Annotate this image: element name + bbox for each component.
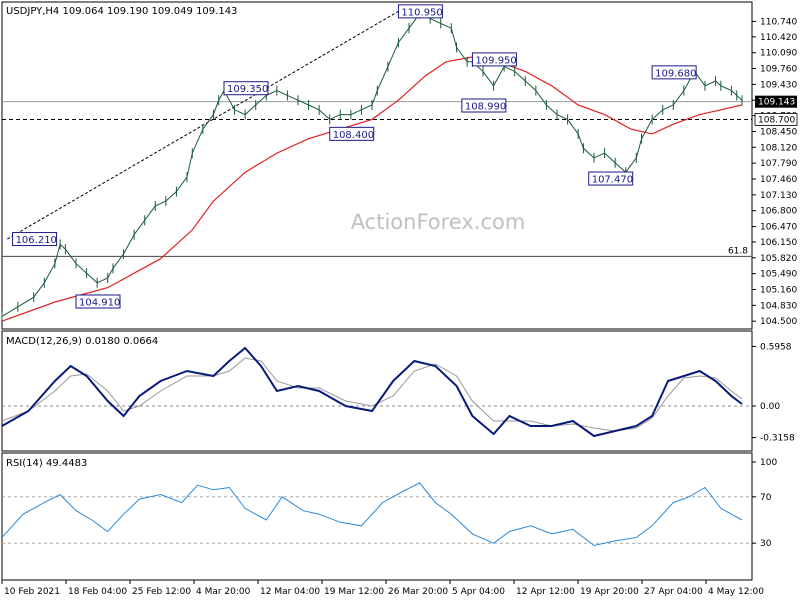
price-tick-label: 110.740: [760, 17, 797, 27]
price-tick-label: 107.460: [760, 175, 797, 185]
macd-tick-label: -0.3158: [760, 434, 795, 444]
price-tick-label: 108.450: [760, 127, 797, 137]
macd-tick-label: 0.5958: [760, 342, 792, 352]
forex-chart: USDJPY,H4 109.064 109.190 109.049 109.14…: [0, 0, 800, 600]
x-tick-label: 12 Mar 04:00: [260, 587, 320, 597]
price-tick-label: 106.150: [760, 238, 797, 248]
price-tick-label: 110.090: [760, 49, 797, 59]
x-tick-label: 19 Mar 12:00: [324, 587, 384, 597]
rsi-tick-label: 70: [760, 493, 772, 503]
annotation-label: 109.680: [655, 68, 696, 79]
price-tick-label: 110.420: [760, 33, 797, 43]
price-tick-label: 105.820: [760, 254, 797, 264]
level-label: 108.700: [758, 115, 795, 125]
x-tick-label: 25 Feb 12:00: [132, 587, 191, 597]
price-tick-label: 107.130: [760, 191, 797, 201]
x-tick-label: 5 Apr 04:00: [452, 587, 505, 597]
x-tick-label: 12 Apr 12:00: [516, 587, 575, 597]
annotation-label: 109.950: [475, 55, 516, 66]
fib-label: 61.8: [728, 246, 748, 256]
x-tick-label: 18 Feb 04:00: [68, 587, 127, 597]
rsi-tick-label: 100: [760, 458, 777, 468]
x-tick-label: 27 Apr 04:00: [644, 587, 703, 597]
annotation-label: 108.990: [465, 102, 506, 113]
chart-stage: USDJPY,H4 109.064 109.190 109.049 109.14…: [0, 0, 800, 600]
x-tick-label: 10 Feb 2021: [4, 587, 60, 597]
current-price-label: 109.143: [758, 98, 795, 108]
price-tick-label: 105.490: [760, 270, 797, 280]
macd-panel-title: MACD(12,26,9) 0.0180 0.0664: [6, 336, 158, 347]
annotation-label: 110.950: [401, 7, 442, 18]
annotation-label: 104.910: [79, 298, 120, 309]
price-tick-label: 109.760: [760, 65, 797, 75]
price-tick-label: 106.470: [760, 223, 797, 233]
price-tick-label: 107.790: [760, 159, 797, 169]
annotation-label: 106.210: [16, 235, 57, 246]
price-tick-label: 106.800: [760, 207, 797, 217]
macd-tick-label: 0.00: [760, 402, 780, 412]
price-tick-label: 105.160: [760, 285, 797, 295]
annotation-label: 108.400: [333, 130, 374, 141]
rsi-tick-label: 30: [760, 539, 772, 549]
annotation-label: 109.350: [227, 84, 268, 95]
x-tick-label: 19 Apr 20:00: [580, 587, 639, 597]
price-tick-label: 104.830: [760, 301, 797, 311]
price-tick-label: 109.430: [760, 80, 797, 90]
watermark: ActionForex.com: [351, 210, 526, 234]
annotation-label: 107.470: [592, 175, 633, 186]
price-tick-label: 108.120: [760, 143, 797, 153]
x-tick-label: 26 Mar 20:00: [388, 587, 448, 597]
x-tick-label: 4 May 12:00: [708, 587, 764, 597]
price-tick-label: 104.500: [760, 317, 797, 327]
x-tick-label: 4 Mar 20:00: [196, 587, 251, 597]
price-panel-title: USDJPY,H4 109.064 109.190 109.049 109.14…: [6, 6, 237, 17]
rsi-panel-title: RSI(14) 49.4483: [6, 458, 87, 469]
